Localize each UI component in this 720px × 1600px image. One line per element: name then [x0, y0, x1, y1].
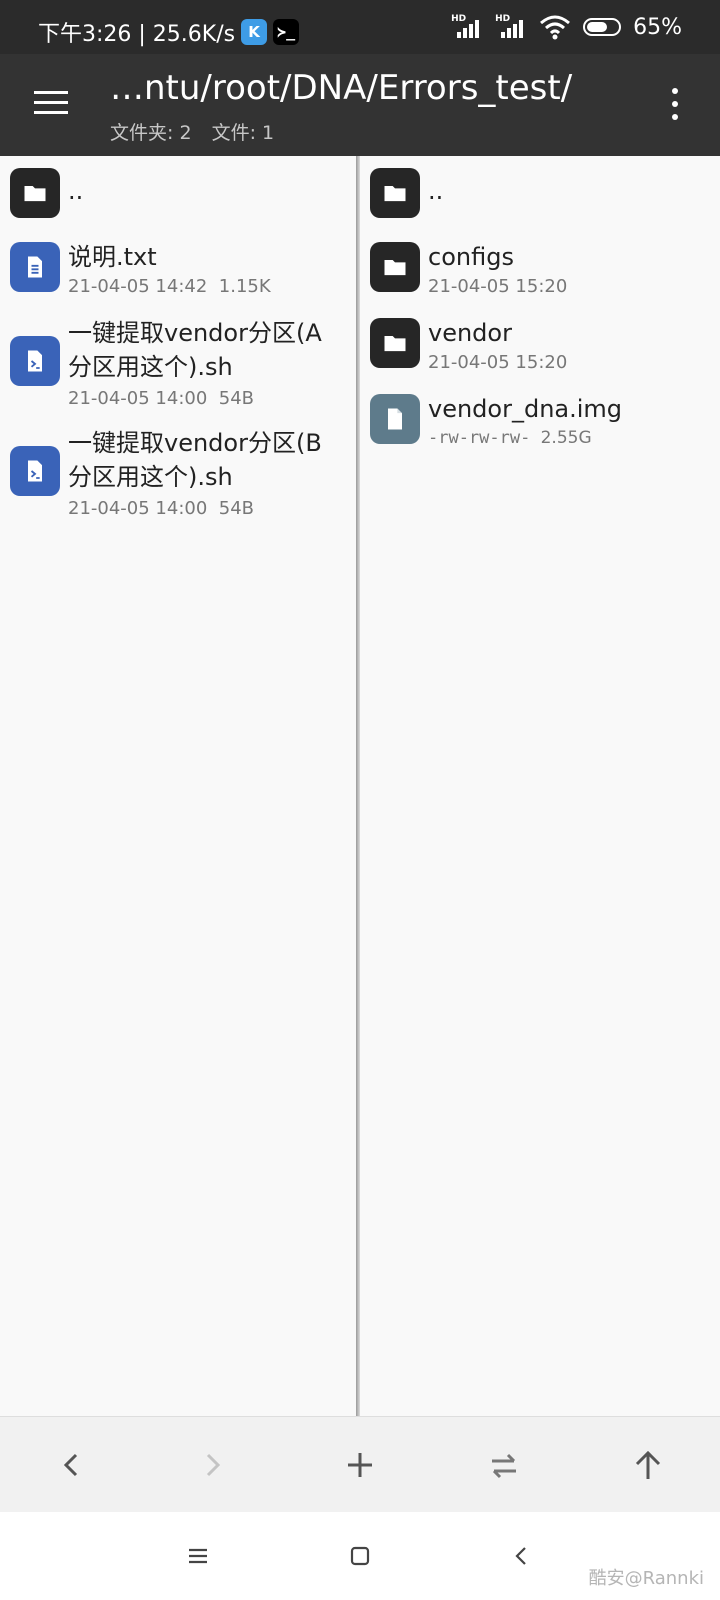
list-item-file[interactable]: 一键提取vendor分区(B 分区用这个).sh 21-04-05 14:00 … — [8, 426, 352, 526]
status-time-speed: 下午3:26 | 25.6K/s — [38, 22, 236, 47]
app-toolbar: …ntu/root/DNA/Errors_test/ 文件夹: 2 文件: 1 — [0, 54, 720, 156]
terminal-app-icon: ≻_ — [273, 19, 300, 45]
file-size: 54B — [218, 388, 255, 409]
folder-date: 21-04-05 15:20 — [428, 352, 568, 373]
system-nav-bar: 酷安@Rannki — [0, 1512, 720, 1600]
kuan-app-icon: K — [241, 19, 268, 45]
file-date: 21-04-05 14:42 — [68, 276, 208, 297]
file-name-line1: 一键提取vendor分区(A — [68, 319, 322, 347]
home-icon[interactable] — [344, 1540, 376, 1572]
file-name-line2: 分区用这个).sh — [68, 353, 233, 381]
file-date: 21-04-05 14:00 — [68, 498, 208, 519]
hd-label: HD — [495, 14, 511, 24]
hd-label: HD — [451, 14, 467, 24]
file-name-line2: 分区用这个).sh — [68, 463, 233, 491]
battery-icon — [583, 18, 622, 36]
file-permissions: -rw-rw-rw- — [428, 428, 531, 448]
signal-icon: HD — [495, 14, 527, 40]
list-item-file[interactable]: 一键提取vendor分区(A 分区用这个).sh 21-04-05 14:00 … — [8, 316, 352, 416]
menu-button[interactable] — [28, 78, 80, 130]
folder-name: vendor — [428, 319, 512, 347]
status-left: 下午3:26 | 25.6K/s K ≻_ — [38, 16, 300, 48]
back-arrow-icon[interactable] — [48, 1441, 96, 1489]
list-item-file[interactable]: 说明.txt 21-04-05 14:42 1.15K — [8, 240, 352, 306]
swap-icon[interactable] — [480, 1441, 528, 1489]
file-meta: 21-04-05 14:00 54B — [68, 388, 254, 409]
file-meta: 21-04-05 14:42 1.15K — [68, 276, 271, 297]
more-options-icon[interactable] — [666, 84, 684, 124]
file-date: 21-04-05 14:00 — [68, 388, 208, 409]
current-path[interactable]: …ntu/root/DNA/Errors_test/ — [110, 68, 572, 108]
folder-icon — [370, 318, 420, 368]
right-file-pane[interactable]: .. configs 21-04-05 15:20 vendor 21-04-0… — [360, 156, 720, 1416]
wifi-icon — [540, 15, 571, 40]
status-right: HD HD 65% — [451, 14, 682, 40]
file-count: 文件: 1 — [211, 122, 275, 144]
battery-percent: 65% — [633, 14, 682, 40]
file-name: 说明.txt — [68, 243, 157, 271]
list-item-parent-dir[interactable]: .. — [368, 166, 716, 222]
back-icon[interactable] — [506, 1540, 538, 1572]
left-file-pane[interactable]: .. 说明.txt 21-04-05 14:42 1.15K 一键提取vendo… — [0, 156, 356, 1416]
script-file-icon — [10, 446, 60, 496]
folder-icon — [10, 168, 60, 218]
folder-icon — [370, 168, 420, 218]
status-bar: 下午3:26 | 25.6K/s K ≻_ HD HD 65% — [0, 0, 720, 54]
file-name: .. — [428, 177, 444, 205]
action-bar — [0, 1416, 720, 1513]
signal-icon: HD — [451, 14, 483, 40]
file-icon — [370, 394, 420, 444]
file-meta: 21-04-05 14:00 54B — [68, 498, 254, 519]
path-summary: 文件夹: 2 文件: 1 — [110, 118, 274, 145]
file-name: vendor_dna.img — [428, 395, 623, 423]
file-size: 1.15K — [218, 276, 271, 297]
up-arrow-icon[interactable] — [624, 1441, 672, 1489]
script-file-icon — [10, 336, 60, 386]
text-file-icon — [10, 242, 60, 292]
forward-arrow-icon[interactable] — [188, 1441, 236, 1489]
folder-count: 文件夹: 2 — [110, 122, 192, 144]
folder-date: 21-04-05 15:20 — [428, 276, 568, 297]
file-name: .. — [68, 177, 84, 205]
menu-icon[interactable] — [182, 1540, 214, 1572]
list-item-folder[interactable]: vendor 21-04-05 15:20 — [368, 316, 716, 382]
list-item-folder[interactable]: configs 21-04-05 15:20 — [368, 240, 716, 306]
folder-name: configs — [428, 243, 514, 271]
list-item-parent-dir[interactable]: .. — [8, 166, 352, 222]
watermark: 酷安@Rannki — [588, 1568, 704, 1589]
file-size: 2.55G — [540, 428, 592, 448]
add-icon[interactable] — [336, 1441, 384, 1489]
folder-icon — [370, 242, 420, 292]
file-size: 54B — [218, 498, 255, 519]
file-meta: -rw-rw-rw- 2.55G — [428, 428, 592, 448]
file-name-line1: 一键提取vendor分区(B — [68, 429, 322, 457]
list-item-file[interactable]: vendor_dna.img -rw-rw-rw- 2.55G — [368, 392, 716, 458]
